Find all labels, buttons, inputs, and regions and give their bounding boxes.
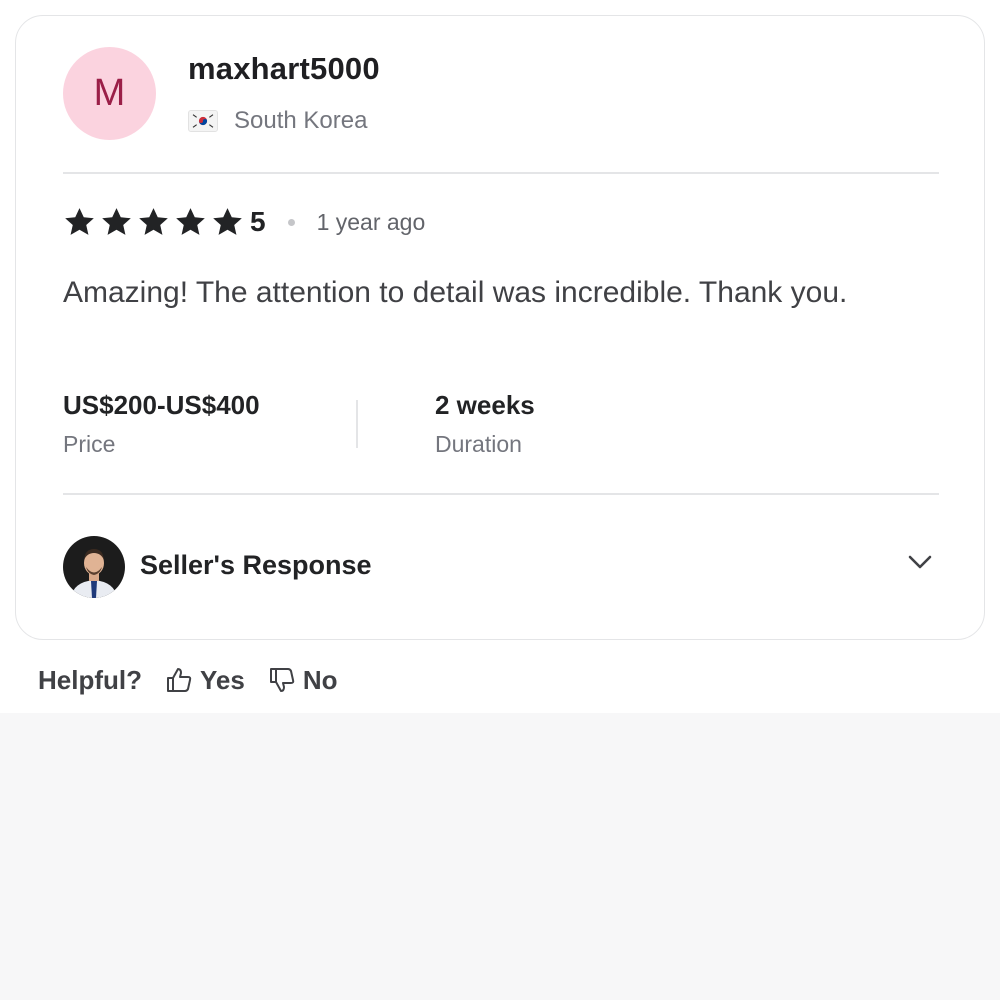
seller-response-label[interactable]: Seller's Response [140, 550, 372, 581]
star-icon [139, 207, 168, 235]
helpful-no-button[interactable]: No [267, 665, 338, 696]
helpful-label: Helpful? [38, 664, 142, 695]
review-time: 1 year ago [316, 208, 426, 235]
chevron-down-icon[interactable] [904, 546, 936, 578]
separator-dot [287, 218, 295, 226]
duration-label: Duration [435, 431, 522, 457]
avatar-initial: M [93, 72, 126, 114]
header-divider [63, 172, 939, 174]
review-card: M maxhart5000 South Korea 5 1 year ago A… [15, 15, 985, 640]
star-icon [65, 207, 94, 235]
stat-separator [356, 400, 358, 448]
seller-avatar [63, 536, 125, 598]
review-text: Amazing! The attention to detail was inc… [63, 276, 848, 309]
thumbs-down-icon [269, 668, 295, 692]
star-icon [213, 207, 242, 235]
no-label: No [302, 664, 338, 695]
duration-stat: 2 weeks Duration [435, 390, 535, 458]
thumbs-up-icon [167, 668, 192, 692]
page-background [0, 713, 1000, 1000]
price-stat: US$200-US$400 Price [63, 390, 260, 458]
duration-value: 2 weeks [435, 390, 535, 420]
rating-row: 5 1 year ago [63, 204, 425, 240]
reviewer-avatar: M [63, 47, 156, 140]
star-icon [176, 207, 205, 235]
rating-value: 5 [250, 206, 266, 237]
south-korea-flag-icon [188, 110, 218, 132]
reviewer-country: South Korea [188, 106, 367, 136]
country-name: South Korea [234, 107, 368, 134]
star-rating [63, 206, 244, 239]
stats-divider [63, 493, 939, 495]
price-value: US$200-US$400 [63, 390, 260, 420]
reviewer-username[interactable]: maxhart5000 [188, 51, 380, 87]
price-label: Price [63, 431, 116, 457]
helpful-yes-button[interactable]: Yes [164, 665, 245, 696]
helpful-row: Helpful? Yes No [38, 660, 360, 700]
yes-label: Yes [200, 664, 245, 695]
star-icon [102, 207, 131, 235]
